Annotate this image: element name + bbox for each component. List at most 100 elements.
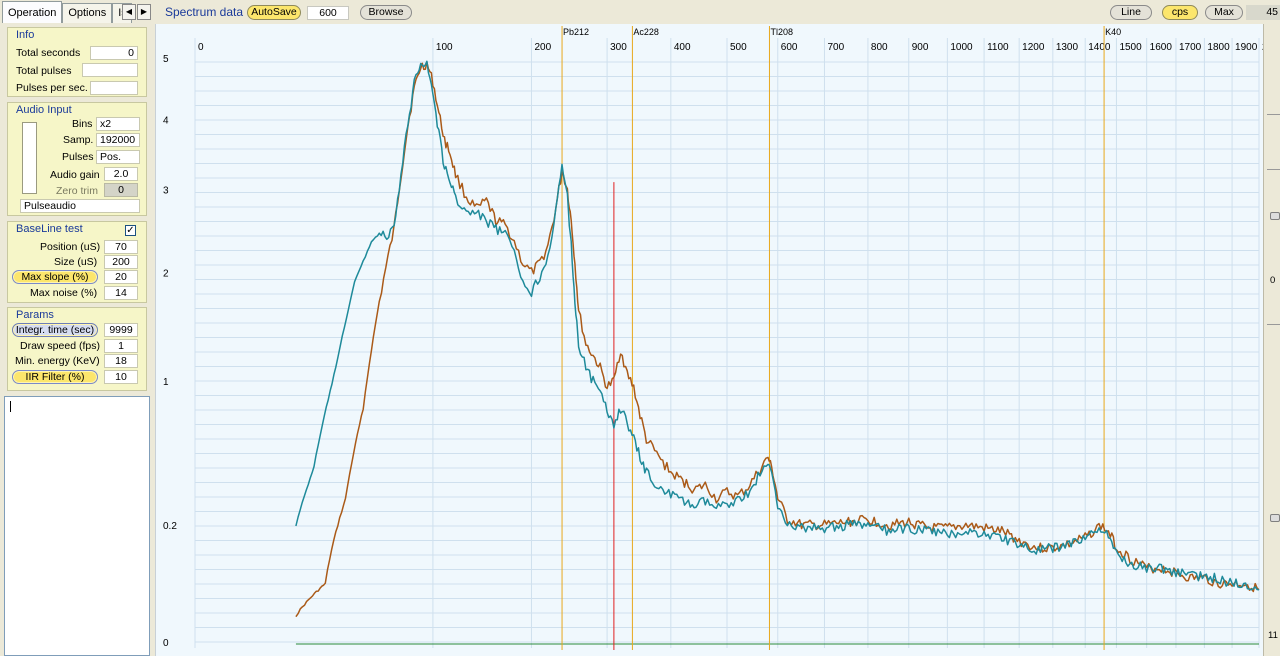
params-group: Params Integr. time (sec) 9999 Draw spee… <box>7 307 147 391</box>
y-tick-label: 4 <box>163 116 169 127</box>
bins-field[interactable]: x2 <box>96 117 140 131</box>
x-tick-label: 1400 <box>1088 42 1111 53</box>
x-tick-label: 1300 <box>1056 42 1079 53</box>
integration-time-field[interactable]: 9999 <box>104 323 138 337</box>
position-label: Position (uS) <box>40 241 101 253</box>
isotope-label: Tl208 <box>770 27 793 37</box>
max-slope-button[interactable]: Max slope (%) <box>12 270 98 284</box>
x-tick-label: 1500 <box>1119 42 1142 53</box>
x-tick-label: 1600 <box>1150 42 1173 53</box>
samp-label: Samp. <box>63 134 94 146</box>
autosave-button[interactable]: AutoSave <box>247 5 301 20</box>
size-label: Size (uS) <box>54 256 98 268</box>
bins-label: Bins <box>72 118 93 130</box>
x-tick-label: 700 <box>827 42 844 53</box>
tab-scroll-left-icon[interactable]: ◀ <box>122 4 136 20</box>
size-field[interactable]: 200 <box>104 255 138 269</box>
x-tick-label: 100 <box>436 42 453 53</box>
x-tick-label: 1000 <box>950 42 973 53</box>
browse-button[interactable]: Browse <box>360 5 412 20</box>
x-tick-label: 1800 <box>1207 42 1230 53</box>
scale-slider-knob[interactable] <box>1270 514 1280 522</box>
pulses-polarity-label: Pulses <box>62 151 94 163</box>
scale-tick <box>1267 169 1280 170</box>
total-pulses-label: Total pulses <box>16 65 72 77</box>
x-tick-label: 0 <box>198 42 204 53</box>
scale-tick <box>1267 114 1280 115</box>
scale-value-field[interactable]: 45 <box>1246 5 1280 20</box>
x-tick-label: 1900 <box>1235 42 1258 53</box>
scale-mid-value: 0 <box>1270 275 1276 286</box>
isotope-label: K40 <box>1105 27 1121 37</box>
y-tick-label: 0 <box>163 638 169 649</box>
text-caret <box>10 401 11 412</box>
integration-time-button[interactable]: Integr. time (sec) <box>12 323 98 337</box>
max-noise-field[interactable]: 14 <box>104 286 138 300</box>
x-tick-label: 500 <box>730 42 747 53</box>
audio-gain-field[interactable]: 2.0 <box>104 167 138 181</box>
pulses-per-sec-field <box>90 81 138 95</box>
isotope-label: Pb212 <box>563 27 589 37</box>
total-seconds-label: Total seconds <box>16 47 81 59</box>
pulses-per-sec-label: Pulses per sec. <box>16 82 88 94</box>
info-title: Info <box>16 29 35 41</box>
baseline-title: BaseLine test <box>16 223 83 235</box>
min-energy-label: Min. energy (KeV) <box>15 355 100 367</box>
min-energy-field[interactable]: 18 <box>104 354 138 368</box>
y-tick-label: 5 <box>163 54 169 65</box>
spectrum-toolbar: Spectrum data AutoSave 600 Browse Line c… <box>155 0 1280 24</box>
max-noise-label: Max noise (%) <box>30 287 98 299</box>
scale-tick <box>1267 324 1280 325</box>
x-tick-label: 200 <box>534 42 551 53</box>
baseline-checkbox[interactable]: ✓ <box>125 225 136 236</box>
zero-trim-field: 0 <box>104 183 138 197</box>
tab-options[interactable]: Options <box>62 3 113 23</box>
draw-speed-field[interactable]: 1 <box>104 339 138 353</box>
spectrum-chart[interactable]: 0 100 200 300 400 500 600 700 800 900 1000 1100 1200… <box>155 24 1263 656</box>
line-button[interactable]: Line <box>1110 5 1152 20</box>
x-tick-label: 1700 <box>1179 42 1202 53</box>
x-tick-label: 1200 <box>1022 42 1045 53</box>
x-tick-label: 400 <box>674 42 691 53</box>
control-panel: Operation Options Is ◀ ▶ Info Total seco… <box>0 0 153 656</box>
audio-input-title: Audio Input <box>16 104 72 116</box>
y-tick-label: 0.2 <box>163 521 177 532</box>
chart-background <box>155 24 1263 656</box>
total-seconds-field: 0 <box>90 46 138 60</box>
x-tick-label: 1100 <box>987 42 1009 53</box>
iir-filter-button[interactable]: IIR Filter (%) <box>12 370 98 384</box>
y-tick-label: 1 <box>163 377 169 388</box>
max-button[interactable]: Max <box>1205 5 1243 20</box>
audio-level-meter <box>22 122 37 194</box>
autosave-interval-field[interactable]: 600 <box>307 6 349 20</box>
pulses-polarity-field[interactable]: Pos. <box>96 150 140 164</box>
audio-device-field[interactable]: Pulseaudio <box>20 199 140 213</box>
log-textarea[interactable] <box>4 396 150 656</box>
scale-slider-knob[interactable] <box>1270 212 1280 220</box>
zero-trim-label: Zero trim <box>56 185 98 197</box>
x-tick-label: 900 <box>912 42 929 53</box>
tab-bar: Operation Options Is <box>2 1 133 23</box>
total-pulses-field <box>82 63 138 77</box>
audio-gain-label: Audio gain <box>50 169 100 181</box>
position-field[interactable]: 70 <box>104 240 138 254</box>
x-tick-label: 300 <box>610 42 627 53</box>
spectrum-data-title: Spectrum data <box>165 5 244 19</box>
max-slope-field[interactable]: 20 <box>104 270 138 284</box>
right-scale-strip[interactable]: 0 11 <box>1263 24 1280 656</box>
baseline-group: BaseLine test ✓ Position (uS) 70 Size (u… <box>7 221 147 303</box>
audio-input-group: Audio Input Bins x2 Samp. 192000 Pulses … <box>7 102 147 216</box>
spectrum-chart-svg[interactable]: 0 100 200 300 400 500 600 700 800 900 1000 1100 1200… <box>155 24 1263 656</box>
cps-button[interactable]: cps <box>1162 5 1198 20</box>
isotope-label: Ac228 <box>633 27 659 37</box>
x-tick-label: 600 <box>781 42 798 53</box>
tab-operation[interactable]: Operation <box>2 1 63 23</box>
y-tick-label: 3 <box>163 186 169 197</box>
samp-field[interactable]: 192000 <box>96 133 140 147</box>
tab-scroll-right-icon[interactable]: ▶ <box>137 4 151 20</box>
iir-filter-field[interactable]: 10 <box>104 370 138 384</box>
x-tick-label: 800 <box>871 42 888 53</box>
params-title: Params <box>16 309 54 321</box>
draw-speed-label: Draw speed (fps) <box>20 340 100 352</box>
y-tick-label: 2 <box>163 269 169 280</box>
